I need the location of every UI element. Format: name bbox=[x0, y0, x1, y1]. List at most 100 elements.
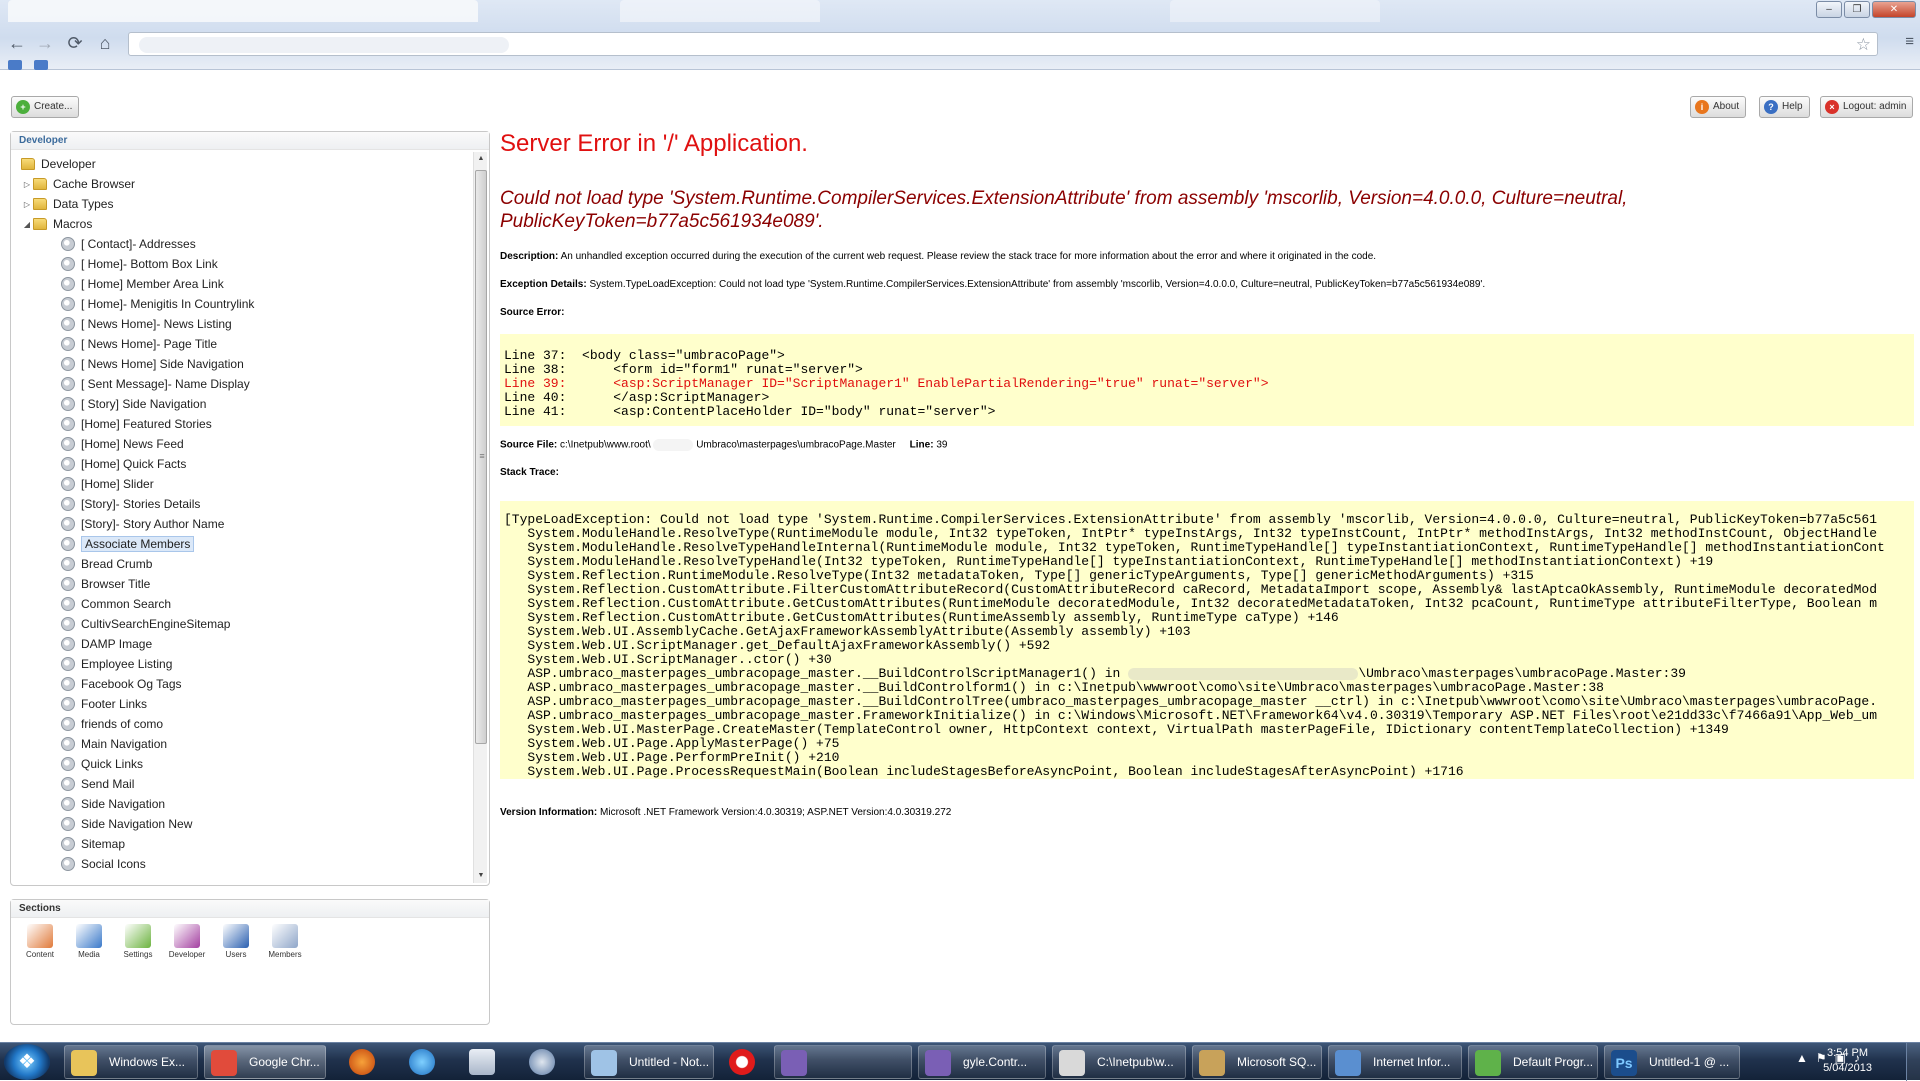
close-window-button[interactable]: ✕ bbox=[1872, 1, 1916, 18]
tree-macro-item[interactable]: Send Mail bbox=[61, 775, 134, 793]
tree-macro-item[interactable]: [ Home]- Menigitis In Countrylink bbox=[61, 295, 254, 313]
tree-macro-item[interactable]: Footer Links bbox=[61, 695, 147, 713]
reload-icon[interactable]: ⟳ bbox=[64, 32, 86, 54]
collapse-arrow-icon[interactable]: ◢ bbox=[21, 220, 33, 229]
scroll-thumb[interactable]: ≡ bbox=[475, 170, 487, 744]
tree-macro-item[interactable]: [Home] News Feed bbox=[61, 435, 184, 453]
tree-macro-item[interactable]: [ News Home]- Page Title bbox=[61, 335, 217, 353]
stack-trace-text: ASP.umbraco_masterpages_umbracopage_mast… bbox=[504, 666, 1121, 681]
create-button[interactable]: + Create... bbox=[11, 96, 80, 118]
media-icon bbox=[76, 924, 102, 948]
tree-macro-item[interactable]: [ Home]- Bottom Box Link bbox=[61, 255, 218, 273]
tree-item-label: CultivSearchEngineSitemap bbox=[81, 617, 231, 631]
scroll-up-icon[interactable]: ▲ bbox=[474, 152, 488, 166]
show-desktop-button[interactable] bbox=[1906, 1043, 1920, 1081]
tree-macro-item[interactable]: Associate Members bbox=[61, 535, 195, 553]
tree-folder-item[interactable]: ▷ Data Types bbox=[21, 195, 114, 213]
tree-macro-item[interactable]: [Home] Featured Stories bbox=[61, 415, 212, 433]
tree-macro-item[interactable]: Social Icons bbox=[61, 855, 146, 873]
scroll-down-icon[interactable]: ▼ bbox=[474, 869, 488, 883]
taskbar-button[interactable]: Windows Ex... bbox=[64, 1045, 198, 1079]
internet-explorer-icon[interactable] bbox=[400, 1045, 444, 1079]
stack-trace-line: ASP.umbraco_masterpages_umbracopage_mast… bbox=[504, 709, 1910, 723]
tray-icon[interactable]: ▲ bbox=[1796, 1051, 1808, 1065]
bookmark-star-icon[interactable]: ☆ bbox=[1856, 34, 1871, 56]
address-bar[interactable]: ☆ bbox=[128, 32, 1878, 56]
taskbar-button[interactable]: Ps Untitled-1 @ ... bbox=[1604, 1045, 1740, 1079]
browser-tab-redacted[interactable] bbox=[620, 0, 820, 22]
tree-macro-item[interactable]: friends of como bbox=[61, 715, 163, 733]
bookmark-icon[interactable] bbox=[34, 60, 48, 70]
tree-macro-item[interactable]: CultivSearchEngineSitemap bbox=[61, 615, 230, 633]
tree-macro-item[interactable]: Side Navigation New bbox=[61, 815, 192, 833]
macro-icon bbox=[61, 357, 75, 371]
minimize-button[interactable]: – bbox=[1816, 1, 1842, 18]
tree-macro-item[interactable]: [ Contact]- Addresses bbox=[61, 235, 196, 253]
section-users[interactable]: Users bbox=[216, 924, 256, 959]
browser-menu-icon[interactable]: ≡ bbox=[1905, 33, 1914, 50]
tree-scrollbar[interactable]: ▲ ≡ ▼ bbox=[473, 152, 487, 883]
tree-macro-item[interactable]: [ Sent Message]- Name Display bbox=[61, 375, 250, 393]
tree-folder-item[interactable]: ▷ Cache Browser bbox=[21, 175, 135, 193]
browser-tab-redacted[interactable] bbox=[8, 0, 478, 22]
tree-macro-item[interactable]: Facebook Og Tags bbox=[61, 675, 182, 693]
taskbar-button[interactable]: gyle.Contr... bbox=[918, 1045, 1046, 1079]
home-icon[interactable]: ⌂ bbox=[94, 32, 116, 54]
expand-arrow-icon[interactable]: ▷ bbox=[21, 200, 33, 209]
taskbar-button[interactable]: Internet Infor... bbox=[1328, 1045, 1462, 1079]
tree-macro-item[interactable]: [Home] Slider bbox=[61, 475, 154, 493]
taskbar-button[interactable]: C:\Inetpub\w... bbox=[1052, 1045, 1186, 1079]
forward-icon[interactable]: → bbox=[34, 32, 56, 54]
network-tool-icon[interactable] bbox=[520, 1045, 564, 1079]
tree-macro-item[interactable]: Side Navigation bbox=[61, 795, 165, 813]
tree-macro-item[interactable]: Bread Crumb bbox=[61, 555, 152, 573]
source-line: Line 37: <body class="umbracoPage"> bbox=[504, 348, 785, 363]
help-button[interactable]: ? Help bbox=[1759, 96, 1810, 118]
clock[interactable]: 3:54 PM 5/04/2013 bbox=[1823, 1046, 1872, 1076]
calculator-icon[interactable] bbox=[460, 1045, 504, 1079]
logout-button[interactable]: × Logout: admin bbox=[1820, 96, 1914, 118]
tree-macro-item[interactable]: [ News Home] Side Navigation bbox=[61, 355, 244, 373]
bookmark-icon[interactable] bbox=[8, 60, 22, 70]
browser-tab-redacted[interactable] bbox=[1170, 0, 1380, 22]
stack-trace-text: ASP.umbraco_masterpages_umbracopage_mast… bbox=[504, 694, 1878, 709]
stack-trace-line: System.Web.UI.AssemblyCache.GetAjaxFrame… bbox=[504, 625, 1910, 639]
taskbar-button[interactable]: Google Chr... bbox=[204, 1045, 326, 1079]
tree-macro-item[interactable]: [ Story] Side Navigation bbox=[61, 395, 206, 413]
tree-root-developer[interactable]: Developer bbox=[21, 155, 96, 173]
taskbar-button[interactable]: Microsoft SQ... bbox=[1192, 1045, 1322, 1079]
taskbar-button[interactable]: Untitled - Not... bbox=[584, 1045, 714, 1079]
section-settings[interactable]: Settings bbox=[118, 924, 158, 959]
opera-icon[interactable] bbox=[720, 1045, 764, 1079]
section-content[interactable]: Content bbox=[20, 924, 60, 959]
tree-item-label: Main Navigation bbox=[81, 737, 168, 751]
tree-macro-item[interactable]: [Story]- Stories Details bbox=[61, 495, 200, 513]
tree-macro-item[interactable]: Sitemap bbox=[61, 835, 125, 853]
section-media[interactable]: Media bbox=[69, 924, 109, 959]
macro-icon bbox=[61, 777, 75, 791]
tree-macro-item[interactable]: Main Navigation bbox=[61, 735, 167, 753]
expand-arrow-icon[interactable]: ▷ bbox=[21, 180, 33, 189]
tree-item-label: Cache Browser bbox=[53, 177, 136, 191]
section-developer[interactable]: Developer bbox=[167, 924, 207, 959]
tree-macro-item[interactable]: [Story]- Story Author Name bbox=[61, 515, 224, 533]
tree-macro-item[interactable]: DAMP Image bbox=[61, 635, 152, 653]
section-members[interactable]: Members bbox=[265, 924, 305, 959]
back-icon[interactable]: ← bbox=[6, 32, 28, 54]
tree-folder-item[interactable]: ◢ Macros bbox=[21, 215, 92, 233]
start-button[interactable]: ❖ bbox=[4, 1044, 50, 1080]
tree-macro-item[interactable]: Quick Links bbox=[61, 755, 143, 773]
tree-macro-item[interactable]: [ Home] Member Area Link bbox=[61, 275, 224, 293]
tree-macro-item[interactable]: Employee Listing bbox=[61, 655, 172, 673]
tree-macro-item[interactable]: [Home] Quick Facts bbox=[61, 455, 186, 473]
tree-macro-item[interactable]: Browser Title bbox=[61, 575, 150, 593]
firefox-icon[interactable] bbox=[340, 1045, 384, 1079]
maximize-button[interactable]: ❐ bbox=[1844, 1, 1870, 18]
macro-icon bbox=[61, 737, 75, 751]
sections-header: Sections bbox=[11, 900, 489, 918]
tree-macro-item[interactable]: Common Search bbox=[61, 595, 171, 613]
about-button[interactable]: i About bbox=[1690, 96, 1747, 118]
tree-macro-item[interactable]: [ News Home]- News Listing bbox=[61, 315, 232, 333]
taskbar-button-redacted[interactable] bbox=[774, 1045, 912, 1079]
taskbar-button[interactable]: Default Progr... bbox=[1468, 1045, 1598, 1079]
